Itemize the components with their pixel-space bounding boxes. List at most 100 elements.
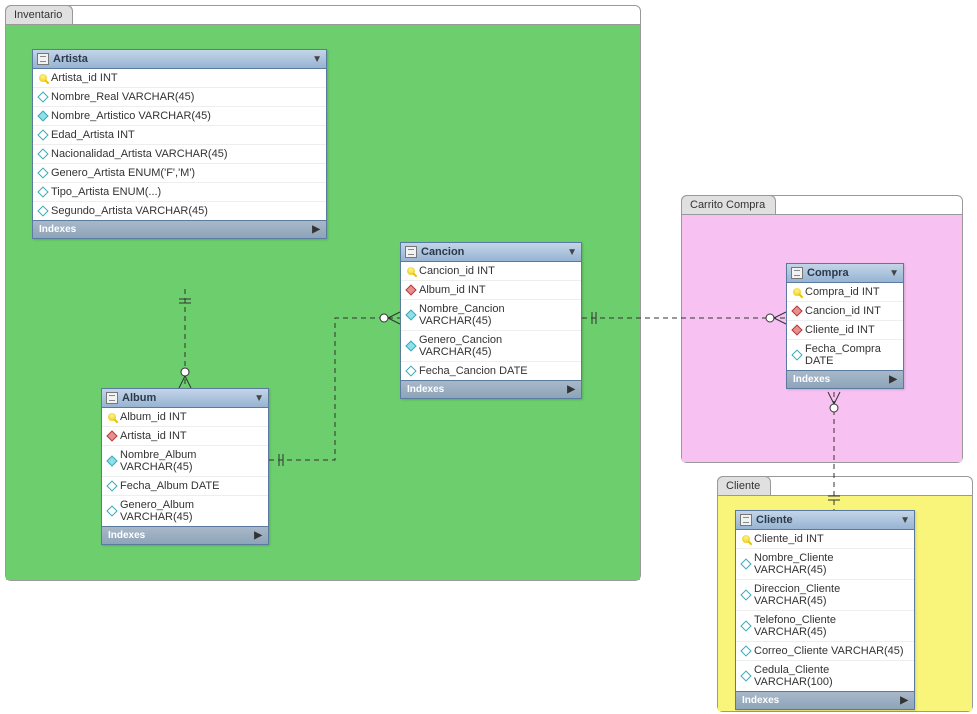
diamond-icon (740, 645, 751, 656)
column-row[interactable]: Telefono_Cliente VARCHAR(45) (736, 611, 914, 642)
column-text: Genero_Album VARCHAR(45) (120, 499, 262, 523)
indexes-label: Indexes (407, 384, 567, 395)
column-row[interactable]: Cancion_id INT (787, 302, 903, 321)
table-header[interactable]: Compra ▼ (787, 264, 903, 283)
column-row[interactable]: Artista_id INT (102, 427, 268, 446)
diamond-icon (791, 349, 802, 360)
region-label: Inventario (14, 9, 62, 21)
table-cancion[interactable]: Cancion ▼ Cancion_id INT Album_id INT Nomb… (400, 242, 582, 399)
column-text: Album_id INT (120, 411, 187, 423)
indexes-label: Indexes (742, 695, 900, 706)
region-label: Cliente (726, 480, 760, 492)
diamond-red-icon (791, 305, 802, 316)
diamond-red-icon (106, 430, 117, 441)
table-icon (791, 267, 803, 279)
collapse-icon[interactable]: ▼ (567, 247, 577, 258)
column-row[interactable]: Fecha_Cancion DATE (401, 362, 581, 381)
table-header[interactable]: Artista ▼ (33, 50, 326, 69)
column-row[interactable]: Nombre_Cliente VARCHAR(45) (736, 549, 914, 580)
collapse-icon[interactable]: ▼ (889, 268, 899, 279)
diamond-icon (740, 558, 751, 569)
expand-icon[interactable]: ▶ (567, 384, 575, 395)
column-row[interactable]: Nacionalidad_Artista VARCHAR(45) (33, 145, 326, 164)
column-text: Telefono_Cliente VARCHAR(45) (754, 614, 908, 638)
column-row[interactable]: Cedula_Cliente VARCHAR(100) (736, 661, 914, 692)
column-row[interactable]: Compra_id INT (787, 283, 903, 302)
key-icon (106, 411, 117, 422)
diamond-icon (37, 148, 48, 159)
table-icon (106, 392, 118, 404)
column-row[interactable]: Nombre_Cancion VARCHAR(45) (401, 300, 581, 331)
diamond-icon (106, 505, 117, 516)
column-row[interactable]: Genero_Cancion VARCHAR(45) (401, 331, 581, 362)
region-tab-inventario: Inventario (5, 5, 73, 24)
indexes-label: Indexes (793, 374, 889, 385)
column-text: Compra_id INT (805, 286, 880, 298)
column-text: Cancion_id INT (419, 265, 495, 277)
column-row[interactable]: Tipo_Artista ENUM(...) (33, 183, 326, 202)
column-row[interactable]: Fecha_Album DATE (102, 477, 268, 496)
column-row[interactable]: Artista_id INT (33, 69, 326, 88)
column-row[interactable]: Correo_Cliente VARCHAR(45) (736, 642, 914, 661)
key-icon (37, 72, 48, 83)
table-title: Cliente (756, 514, 896, 526)
diamond-cyan-icon (106, 455, 117, 466)
table-header[interactable]: Cancion ▼ (401, 243, 581, 262)
indexes-row[interactable]: Indexes ▶ (401, 381, 581, 398)
expand-icon[interactable]: ▶ (254, 530, 262, 541)
collapse-icon[interactable]: ▼ (312, 54, 322, 65)
collapse-icon[interactable]: ▼ (900, 515, 910, 526)
indexes-row[interactable]: Indexes ▶ (102, 527, 268, 544)
column-text: Artista_id INT (120, 430, 187, 442)
diamond-cyan-icon (37, 110, 48, 121)
column-row[interactable]: Segundo_Artista VARCHAR(45) (33, 202, 326, 221)
column-row[interactable]: Nombre_Artistico VARCHAR(45) (33, 107, 326, 126)
table-columns: Album_id INT Artista_id INT Nombre_Album V… (102, 408, 268, 527)
column-row[interactable]: Genero_Album VARCHAR(45) (102, 496, 268, 527)
column-text: Nombre_Cliente VARCHAR(45) (754, 552, 908, 576)
diamond-icon (37, 205, 48, 216)
expand-icon[interactable]: ▶ (900, 695, 908, 706)
column-text: Cliente_id INT (754, 533, 824, 545)
expand-icon[interactable]: ▶ (889, 374, 897, 385)
column-row[interactable]: Genero_Artista ENUM('F','M') (33, 164, 326, 183)
table-cliente[interactable]: Cliente ▼ Cliente_id INT Nombre_Cliente V… (735, 510, 915, 710)
column-row[interactable]: Album_id INT (401, 281, 581, 300)
diamond-icon (37, 91, 48, 102)
column-row[interactable]: Album_id INT (102, 408, 268, 427)
indexes-label: Indexes (108, 530, 254, 541)
region-tab-carrito: Carrito Compra (681, 195, 776, 214)
column-text: Genero_Cancion VARCHAR(45) (419, 334, 575, 358)
column-text: Nacionalidad_Artista VARCHAR(45) (51, 148, 227, 160)
column-text: Album_id INT (419, 284, 486, 296)
table-header[interactable]: Cliente ▼ (736, 511, 914, 530)
column-row[interactable]: Fecha_Compra DATE (787, 340, 903, 371)
indexes-row[interactable]: Indexes ▶ (33, 221, 326, 238)
column-row[interactable]: Cliente_id INT (736, 530, 914, 549)
column-text: Fecha_Album DATE (120, 480, 219, 492)
diamond-icon (37, 186, 48, 197)
column-text: Nombre_Real VARCHAR(45) (51, 91, 194, 103)
indexes-row[interactable]: Indexes ▶ (787, 371, 903, 388)
expand-icon[interactable]: ▶ (312, 224, 320, 235)
region-tab-cliente: Cliente (717, 476, 771, 495)
column-row[interactable]: Direccion_Cliente VARCHAR(45) (736, 580, 914, 611)
diamond-icon (37, 167, 48, 178)
diamond-icon (37, 129, 48, 140)
table-header[interactable]: Album ▼ (102, 389, 268, 408)
table-compra[interactable]: Compra ▼ Compra_id INT Cancion_id INTClie… (786, 263, 904, 389)
column-row[interactable]: Nombre_Real VARCHAR(45) (33, 88, 326, 107)
column-row[interactable]: Cliente_id INT (787, 321, 903, 340)
diamond-red-icon (405, 284, 416, 295)
diamond-cyan-icon (405, 309, 416, 320)
table-album[interactable]: Album ▼ Album_id INT Artista_id INT Nombre… (101, 388, 269, 545)
column-row[interactable]: Edad_Artista INT (33, 126, 326, 145)
collapse-icon[interactable]: ▼ (254, 393, 264, 404)
table-artista[interactable]: Artista ▼ Artista_id INT Nombre_Real VARC… (32, 49, 327, 239)
region-label: Carrito Compra (690, 199, 765, 211)
column-row[interactable]: Cancion_id INT (401, 262, 581, 281)
indexes-row[interactable]: Indexes ▶ (736, 692, 914, 709)
column-text: Fecha_Cancion DATE (419, 365, 528, 377)
column-text: Segundo_Artista VARCHAR(45) (51, 205, 208, 217)
column-row[interactable]: Nombre_Album VARCHAR(45) (102, 446, 268, 477)
